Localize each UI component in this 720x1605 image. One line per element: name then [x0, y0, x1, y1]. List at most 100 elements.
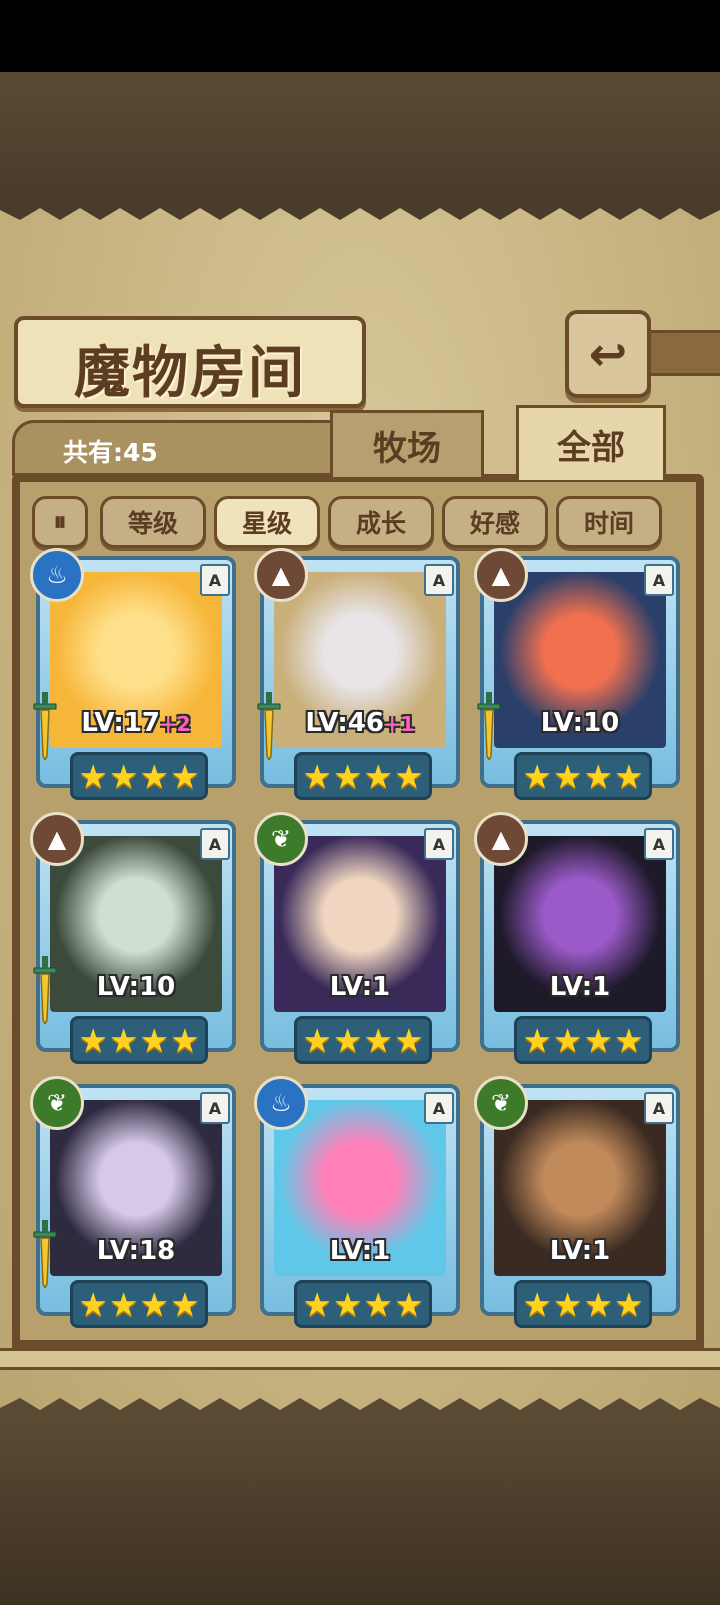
rank-badge: A: [644, 1092, 674, 1124]
star-icon: ★: [108, 1020, 139, 1060]
sort-level-button[interactable]: 等级: [100, 496, 206, 548]
wood-element-icon: ❦: [474, 1076, 528, 1130]
tab-all-label: 全部: [557, 427, 625, 468]
star-rating: ★ ★ ★ ★: [70, 1280, 208, 1328]
monster-card[interactable]: ▲ A LV:10 ★ ★ ★ ★: [30, 812, 236, 1064]
level-value: LV:1: [329, 972, 391, 1002]
level-value: LV:46: [305, 708, 384, 738]
rank-badge: A: [644, 564, 674, 596]
star-icon: ★: [394, 1020, 424, 1060]
monster-card[interactable]: ▲ A LV:10 ★ ★ ★ ★: [474, 548, 680, 800]
rank-badge: A: [200, 828, 230, 860]
star-icon: ★: [78, 1284, 108, 1324]
level-label: LV:1: [260, 1236, 460, 1266]
sort-order-toggle-button[interactable]: ⏸: [32, 496, 88, 548]
star-icon: ★: [522, 1020, 552, 1060]
level-label: LV:10: [480, 708, 680, 738]
earth-element-icon: ▲: [474, 812, 528, 866]
tab-ranch[interactable]: 牧场: [330, 410, 484, 477]
sort-time-label: 时间: [583, 509, 634, 538]
rank-badge: A: [200, 564, 230, 596]
back-button[interactable]: ↩: [565, 310, 651, 398]
level-bonus: +2: [159, 712, 191, 736]
monster-card[interactable]: ▲ A LV:1 ★ ★ ★ ★: [474, 812, 680, 1064]
star-icon: ★: [614, 1020, 644, 1060]
sort-growth-button[interactable]: 成长: [328, 496, 434, 548]
total-count: 共有:45: [63, 438, 158, 467]
star-rating: ★ ★ ★ ★: [70, 1016, 208, 1064]
sort-time-button[interactable]: 时间: [556, 496, 662, 548]
star-icon: ★: [552, 756, 583, 796]
status-bar: [0, 0, 720, 72]
torn-edge-bottom: [0, 1398, 720, 1420]
level-label: LV:10: [36, 972, 236, 1002]
level-value: LV:1: [549, 972, 611, 1002]
star-icon: ★: [139, 756, 170, 796]
star-icon: ★: [170, 756, 200, 796]
monster-card[interactable]: ♨ A LV:17+2 ★ ★ ★ ★: [30, 548, 236, 800]
list-bottom-rail: [0, 1348, 720, 1370]
rank-badge: A: [424, 828, 454, 860]
level-label: LV:1: [480, 972, 680, 1002]
star-icon: ★: [139, 1020, 170, 1060]
level-value: LV:17: [81, 708, 160, 738]
star-rating: ★ ★ ★ ★: [294, 1280, 432, 1328]
level-label: LV:17+2: [36, 708, 236, 738]
star-icon: ★: [78, 1020, 108, 1060]
star-rating: ★ ★ ★ ★: [294, 752, 432, 800]
count-bar: 共有:45: [12, 420, 348, 476]
star-icon: ★: [170, 1020, 200, 1060]
level-bonus: +1: [383, 712, 415, 736]
earth-element-icon: ▲: [254, 548, 308, 602]
sort-affection-label: 好感: [469, 509, 520, 538]
sort-affection-button[interactable]: 好感: [442, 496, 548, 548]
level-label: LV:46+1: [260, 708, 460, 738]
star-icon: ★: [394, 756, 424, 796]
star-icon: ★: [363, 1284, 394, 1324]
star-icon: ★: [552, 1020, 583, 1060]
star-icon: ★: [522, 756, 552, 796]
star-icon: ★: [170, 1284, 200, 1324]
star-icon: ★: [552, 1284, 583, 1324]
sort-stars-label: 星级: [241, 509, 292, 538]
monster-card[interactable]: ❦ A LV:1 ★ ★ ★ ★: [254, 812, 460, 1064]
monster-card[interactable]: ❦ A LV:18 ★ ★ ★ ★: [30, 1076, 236, 1328]
star-rating: ★ ★ ★ ★: [514, 1016, 652, 1064]
star-icon: ★: [78, 756, 108, 796]
page-title: 魔物房间: [74, 340, 306, 406]
star-icon: ★: [302, 1020, 332, 1060]
tab-all[interactable]: 全部: [516, 405, 666, 480]
star-icon: ★: [139, 1284, 170, 1324]
monster-card[interactable]: ♨ A LV:1 ★ ★ ★ ★: [254, 1076, 460, 1328]
wood-element-icon: ❦: [254, 812, 308, 866]
star-icon: ★: [363, 756, 394, 796]
star-icon: ★: [614, 756, 644, 796]
star-icon: ★: [522, 1284, 552, 1324]
map-background-top: [0, 72, 720, 198]
wood-element-icon: ❦: [30, 1076, 84, 1130]
star-icon: ★: [332, 1020, 363, 1060]
return-arrow-icon: ↩: [588, 327, 628, 381]
star-icon: ★: [614, 1284, 644, 1324]
level-label: LV:1: [480, 1236, 680, 1266]
rank-badge: A: [644, 828, 674, 860]
sort-level-label: 等级: [127, 509, 178, 538]
page-title-plate: 魔物房间: [14, 316, 366, 408]
tab-ranch-label: 牧场: [373, 428, 441, 469]
star-icon: ★: [302, 1284, 332, 1324]
monster-card[interactable]: ▲ A LV:46+1 ★ ★ ★ ★: [254, 548, 460, 800]
sort-filter-bar: ⏸ 等级 星级 成长 好感 时间: [30, 496, 690, 548]
earth-element-icon: ▲: [30, 812, 84, 866]
level-value: LV:10: [540, 708, 620, 738]
star-rating: ★ ★ ★ ★: [514, 1280, 652, 1328]
star-rating: ★ ★ ★ ★: [294, 1016, 432, 1064]
rank-badge: A: [424, 1092, 454, 1124]
star-icon: ★: [394, 1284, 424, 1324]
star-icon: ★: [108, 756, 139, 796]
level-value: LV:1: [549, 1236, 611, 1266]
star-icon: ★: [108, 1284, 139, 1324]
monster-card[interactable]: ❦ A LV:1 ★ ★ ★ ★: [474, 1076, 680, 1328]
star-icon: ★: [332, 756, 363, 796]
sort-stars-button[interactable]: 星级: [214, 496, 320, 548]
water-element-icon: ♨: [30, 548, 84, 602]
